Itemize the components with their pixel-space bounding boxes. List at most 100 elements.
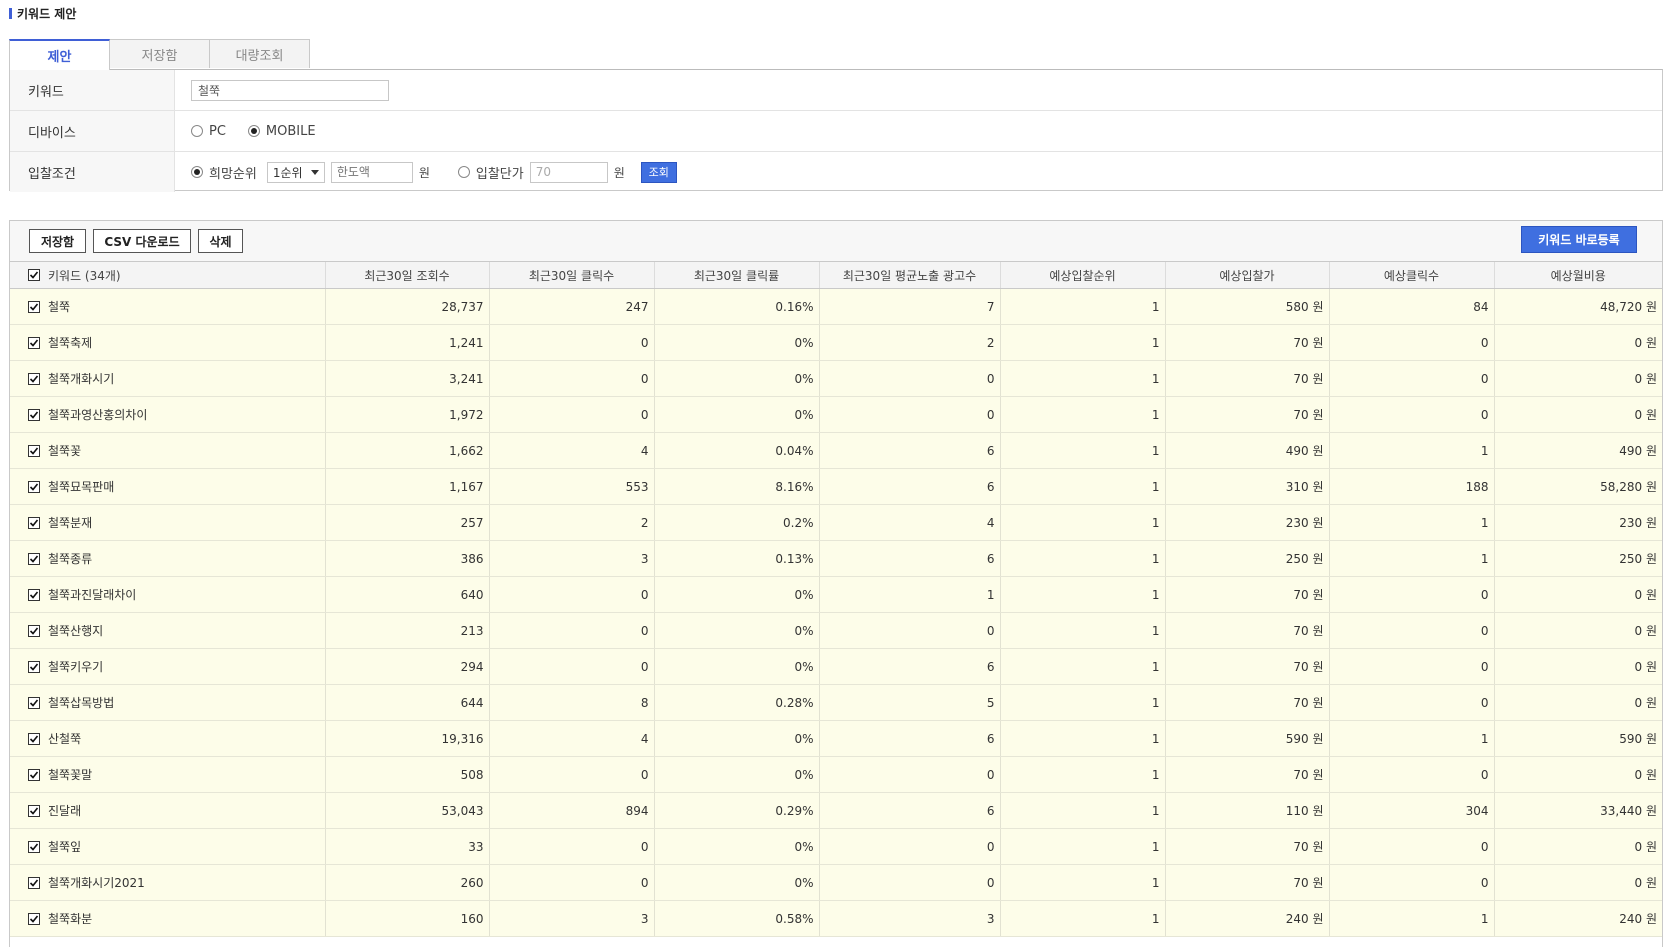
row-checkbox-icon[interactable] (28, 840, 40, 853)
row-checkbox-icon[interactable] (28, 444, 40, 457)
rank-select[interactable]: 1순위 (266, 161, 325, 183)
cell-exp-bid: 70 원 (1165, 864, 1330, 901)
keyword-text: 철쭉종류 (48, 552, 93, 566)
table-row[interactable]: 철쭉꽃말 508 0 0% 0 1 70 원00 원 (10, 756, 1662, 793)
rank-radio[interactable] (191, 166, 203, 178)
row-checkbox-icon[interactable] (28, 372, 40, 385)
cell-keyword: 철쭉과진달래차이 (10, 576, 326, 613)
cell-avg-ads: 1 (819, 576, 1001, 613)
rank-radio-label[interactable]: 희망순위 (209, 163, 257, 182)
table-row[interactable]: 철쭉축제 1,241 0 0% 2 1 70 원00 원 (10, 324, 1662, 361)
table-row[interactable]: 철쭉꽃 1,662 4 0.04% 6 1 490 원 1 490 원 (10, 432, 1662, 469)
search-button[interactable]: 조회 (640, 161, 677, 183)
cell-avg-ads: 6 (819, 792, 1001, 829)
table-row[interactable]: 철쭉잎 33 0 0% 0 1 70 원00 원 (10, 828, 1662, 865)
cell-clicks: 0 (489, 396, 655, 433)
col-header-avg-ads[interactable]: 최근30일 평균노출 광고수 (819, 262, 1001, 289)
table-row[interactable]: 철쭉과영산홍의차이 1,972 0 0% 0 1 70 원00 원 (10, 396, 1662, 433)
price-input[interactable] (529, 161, 608, 183)
cell-exp-cost: 33,440 원 (1494, 792, 1662, 829)
col-header-exp-bid[interactable]: 예상입찰가 (1165, 262, 1330, 289)
device-pc-radio[interactable] (191, 125, 203, 137)
cell-exp-cost: 0 원 (1494, 360, 1662, 397)
row-checkbox-icon[interactable] (28, 408, 40, 421)
table-row[interactable]: 철쭉개화시기 3,241 0 0% 0 1 70 원00 원 (10, 360, 1662, 397)
row-checkbox-icon[interactable] (28, 732, 40, 745)
price-radio-label[interactable]: 입찰단가 (476, 163, 524, 182)
device-label: 디바이스 (10, 111, 175, 151)
table-row[interactable]: 철쭉분재 257 2 0.2% 4 1 230 원 1 230 원 (10, 504, 1662, 541)
table-row[interactable]: 철쭉키우기 294 0 0% 6 1 70 원00 원 (10, 648, 1662, 685)
row-checkbox-icon[interactable] (28, 768, 40, 781)
col-header-exp-rank[interactable]: 예상입찰순위 (1000, 262, 1166, 289)
col-header-clicks[interactable]: 최근30일 클릭수 (489, 262, 655, 289)
csv-download-button[interactable]: CSV 다운로드 (93, 229, 191, 253)
row-checkbox-icon[interactable] (28, 912, 40, 925)
cell-exp-rank: 1 (1000, 792, 1166, 829)
cell-searches: 294 (325, 648, 490, 685)
cell-searches: 640 (325, 576, 490, 613)
cell-keyword: 철쭉꽃말 (10, 756, 326, 793)
row-checkbox-icon[interactable] (28, 336, 40, 349)
device-mobile-label[interactable]: MOBILE (266, 124, 316, 139)
table-row[interactable]: 철쭉산행지 213 0 0% 0 1 70 원00 원 (10, 612, 1662, 649)
table-row[interactable]: 산철쭉 19,316 4 0% 6 1 590 원 1 590 원 (10, 720, 1662, 757)
row-checkbox-icon[interactable] (28, 300, 40, 313)
delete-button[interactable]: 삭제 (198, 229, 243, 253)
page-title-text: 키워드 제안 (17, 6, 77, 21)
keyword-input[interactable] (191, 79, 389, 101)
tab-bulk-lookup[interactable]: 대량조회 (209, 39, 310, 68)
cell-searches: 260 (325, 864, 490, 901)
table-row[interactable]: 철쭉개화시기2021 260 0 0% 0 1 70 원00 원 (10, 864, 1662, 901)
cell-exp-clicks: 0 (1329, 828, 1495, 865)
col-header-ctr[interactable]: 최근30일 클릭률 (654, 262, 820, 289)
row-checkbox-icon[interactable] (28, 552, 40, 565)
cell-exp-rank: 1 (1000, 396, 1166, 433)
cell-searches: 386 (325, 540, 490, 577)
table-row[interactable]: 철쭉화분 160 3 0.58% 3 1 240 원 1 240 원 (10, 900, 1662, 937)
col-header-exp-cost[interactable]: 예상월비용 (1494, 262, 1662, 289)
price-radio[interactable] (457, 166, 470, 178)
row-checkbox-icon[interactable] (28, 480, 40, 493)
keyword-text: 철쭉잎 (48, 840, 82, 854)
row-checkbox-icon[interactable] (28, 876, 40, 889)
table-row[interactable]: 철쭉삽목방법 644 8 0.28% 5 1 70 원00 원 (10, 684, 1662, 721)
keyword-text: 철쭉화분 (48, 912, 93, 926)
select-all-checkbox-icon[interactable] (28, 269, 40, 281)
table-row[interactable]: 철쭉 28,737 247 0.16% 7 1 580 원 84 48,720 원 (10, 288, 1662, 325)
keyword-text: 철쭉묘목판매 (48, 480, 115, 494)
cell-exp-bid: 70 원 (1165, 360, 1330, 397)
cell-keyword: 철쭉개화시기2021 (10, 864, 326, 901)
device-pc-label[interactable]: PC (209, 124, 226, 139)
col-header-exp-clicks[interactable]: 예상클릭수 (1329, 262, 1495, 289)
limit-input[interactable] (330, 161, 413, 183)
cell-avg-ads: 5 (819, 684, 1001, 721)
cell-ctr: 0.58% (654, 900, 820, 937)
cell-ctr: 0% (654, 324, 820, 361)
row-checkbox-icon[interactable] (28, 804, 40, 817)
device-mobile-radio[interactable] (247, 125, 260, 137)
tab-suggest[interactable]: 제안 (9, 39, 110, 70)
row-checkbox-icon[interactable] (28, 588, 40, 601)
cell-searches: 3,241 (325, 360, 490, 397)
row-checkbox-icon[interactable] (28, 516, 40, 529)
register-keyword-button[interactable]: 키워드 바로등록 (1521, 226, 1637, 253)
table-row[interactable]: 철쭉묘목판매 1,167 553 8.16% 6 1 310 원 188 58,280 원 (10, 468, 1662, 505)
tab-saved[interactable]: 저장함 (109, 39, 210, 68)
table-row[interactable]: 철쭉종류 386 3 0.13% 6 1 250 원 1 250 원 (10, 540, 1662, 577)
row-checkbox-icon[interactable] (28, 696, 40, 709)
cell-clicks: 0 (489, 864, 655, 901)
keyword-text: 철쭉과진달래차이 (48, 588, 137, 602)
col-header-searches[interactable]: 최근30일 조회수 (325, 262, 490, 289)
row-checkbox-icon[interactable] (28, 624, 40, 637)
save-button[interactable]: 저장함 (29, 229, 86, 253)
table-row[interactable]: 진달래 53,043 894 0.29% 6 1 110 원 304 33,440 원 (10, 792, 1662, 829)
row-checkbox-icon[interactable] (28, 660, 40, 673)
cell-exp-rank: 1 (1000, 684, 1166, 721)
cell-exp-rank: 1 (1000, 432, 1166, 469)
table-row[interactable]: 철쭉과진달래차이 640 0 0% 1 1 70 원00 원 (10, 576, 1662, 613)
cell-exp-cost: 230 원 (1494, 504, 1662, 541)
keyword-text: 철쭉삽목방법 (48, 696, 115, 710)
cell-exp-cost: 0 원 (1494, 648, 1662, 685)
cell-keyword: 진달래 (10, 792, 326, 829)
